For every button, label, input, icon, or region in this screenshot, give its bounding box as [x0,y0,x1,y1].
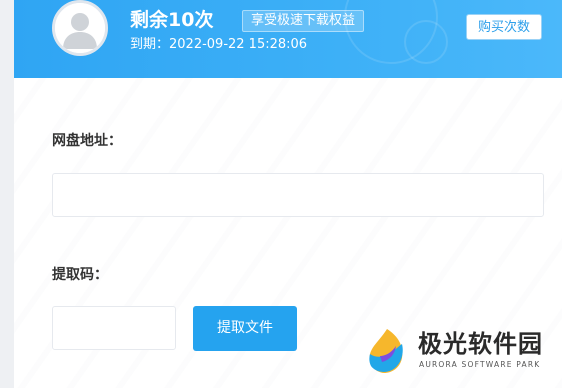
header-decoration [404,20,448,64]
code-label: 提取码： [52,267,108,283]
brand-subtitle: AURORA SOFTWARE PARK [419,360,541,369]
vip-benefit-badge: 享受极速下载权益 [242,10,365,32]
avatar[interactable] [52,0,108,56]
left-gutter [0,0,14,388]
extract-file-button[interactable]: 提取文件 [193,306,297,351]
account-header: 剩余10次 享受极速下载权益 到期：2022-09-22 15:28:06 购买… [14,0,562,78]
buy-count-button[interactable]: 购买次数 [466,14,542,40]
remaining-count: 剩余10次 [130,9,214,31]
brand-watermark: 极光软件园 AURORA SOFTWARE PARK [362,324,558,384]
url-label: 网盘地址： [52,133,122,149]
brand-name: 极光软件园 [418,330,543,358]
expiry-date: 到期：2022-09-22 15:28:06 [130,37,308,52]
code-input[interactable] [52,306,176,350]
aurora-logo-icon [369,329,403,373]
url-input[interactable] [52,173,544,217]
user-silhouette-icon [55,3,105,53]
